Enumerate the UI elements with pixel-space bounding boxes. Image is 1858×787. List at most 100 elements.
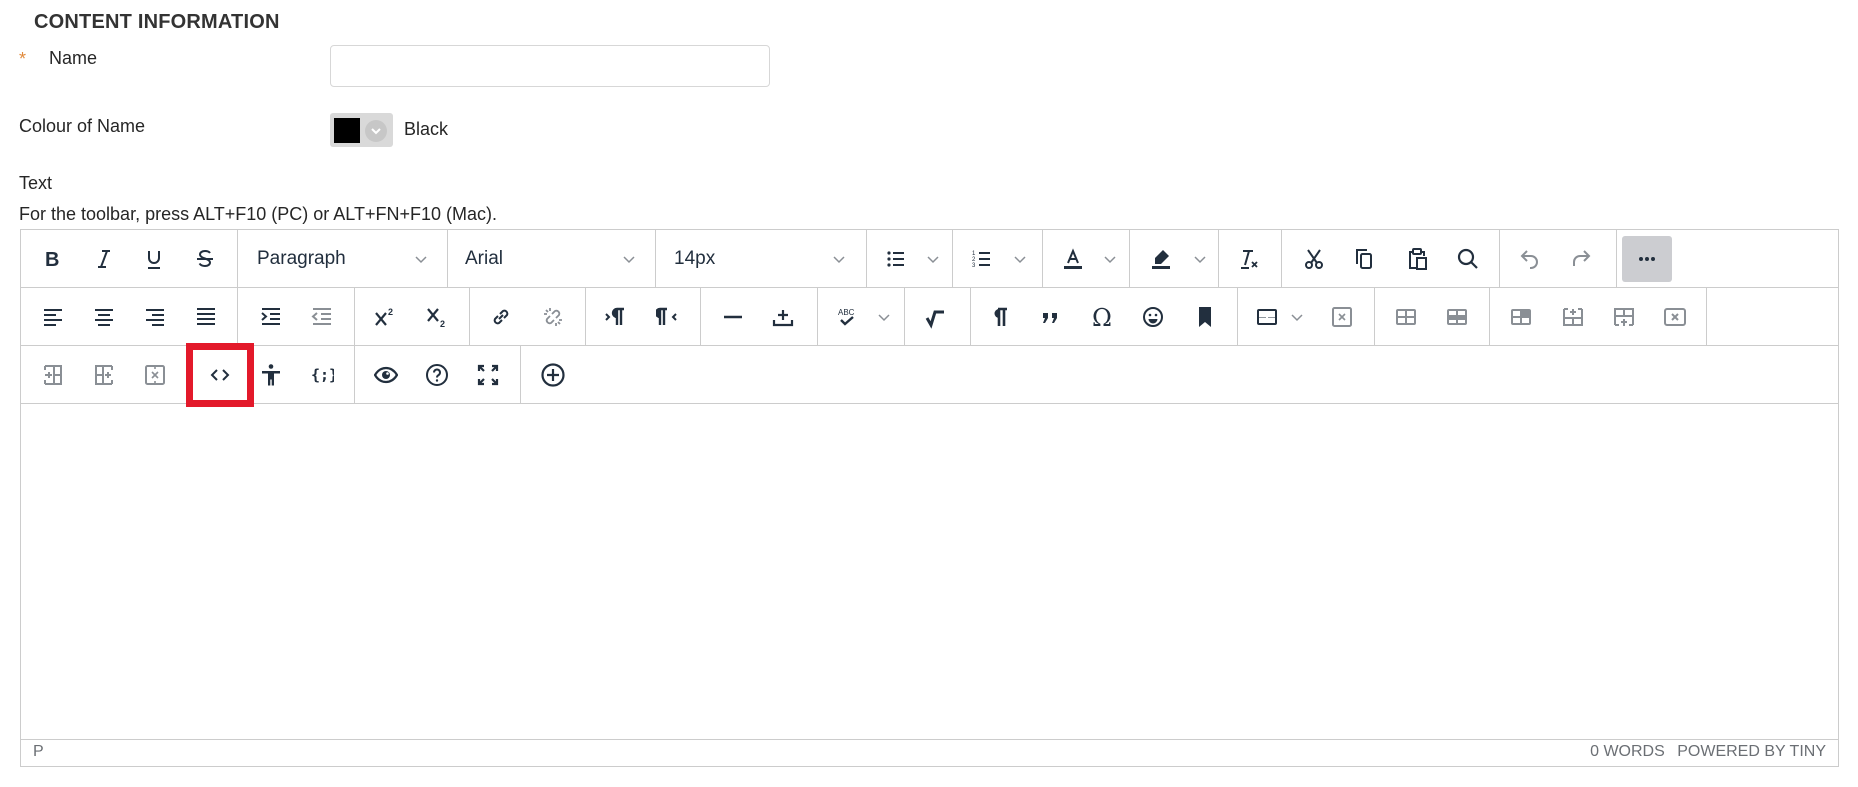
blockquote-button[interactable] bbox=[1033, 299, 1069, 335]
align-right-button[interactable] bbox=[137, 299, 173, 335]
editor-content-area[interactable] bbox=[21, 404, 1838, 740]
table-merge-cells-button[interactable] bbox=[1503, 299, 1539, 335]
special-character-button[interactable]: Ω bbox=[1084, 299, 1120, 335]
separator bbox=[1237, 288, 1238, 345]
table-insert-col-before-button[interactable] bbox=[35, 357, 71, 393]
bold-button[interactable]: B bbox=[34, 241, 70, 277]
table-cell-icon bbox=[1396, 309, 1416, 325]
strikethrough-button[interactable] bbox=[187, 241, 223, 277]
text-color-button[interactable] bbox=[1055, 241, 1091, 277]
insert-above-button[interactable] bbox=[765, 299, 801, 335]
chevron-down-icon[interactable] bbox=[1190, 241, 1210, 277]
unlink-icon bbox=[544, 308, 562, 326]
table-delete-row-button[interactable] bbox=[1657, 299, 1693, 335]
align-center-button[interactable] bbox=[86, 299, 122, 335]
justify-button[interactable] bbox=[188, 299, 224, 335]
table-insert-row-before-button[interactable] bbox=[1555, 299, 1591, 335]
paste-button[interactable] bbox=[1399, 241, 1435, 277]
superscript-icon: 2 bbox=[375, 307, 393, 326]
find-replace-button[interactable] bbox=[1450, 241, 1486, 277]
undo-button[interactable] bbox=[1512, 241, 1548, 277]
delete-row-icon bbox=[1664, 308, 1686, 326]
numbered-list-button[interactable]: 123 bbox=[964, 241, 1000, 277]
show-blocks-button[interactable] bbox=[982, 299, 1018, 335]
eye-icon bbox=[374, 366, 398, 384]
copy-button[interactable] bbox=[1346, 241, 1382, 277]
rtl-button[interactable] bbox=[650, 299, 686, 335]
redo-icon bbox=[1573, 250, 1591, 266]
chevron-down-icon[interactable] bbox=[874, 299, 894, 335]
unlink-button[interactable] bbox=[535, 299, 571, 335]
chevron-down-icon[interactable] bbox=[619, 241, 639, 277]
statusbar-right: 0 WORDS POWERED BY TINY bbox=[1582, 743, 1826, 761]
table-insert-col-after-button[interactable] bbox=[86, 357, 122, 393]
svg-text:ABC: ABC bbox=[838, 308, 855, 317]
chevron-down-icon[interactable] bbox=[411, 241, 431, 277]
copy-icon bbox=[1356, 249, 1372, 269]
chevron-down-icon[interactable] bbox=[829, 241, 849, 277]
preview-button[interactable] bbox=[368, 357, 404, 393]
accessibility-checker-button[interactable] bbox=[253, 357, 289, 393]
table-button[interactable] bbox=[1249, 299, 1285, 335]
table-row-props-button[interactable] bbox=[1439, 299, 1475, 335]
align-left-icon bbox=[44, 309, 62, 326]
italic-button[interactable] bbox=[86, 241, 122, 277]
spellcheck-button[interactable]: ABC bbox=[829, 299, 865, 335]
highlight-color-button[interactable] bbox=[1143, 241, 1179, 277]
bullet-list-button[interactable] bbox=[878, 241, 914, 277]
colour-picker[interactable] bbox=[330, 113, 393, 147]
underline-button[interactable] bbox=[136, 241, 172, 277]
source-code-button[interactable] bbox=[202, 357, 238, 393]
word-count[interactable]: 0 WORDS bbox=[1590, 743, 1665, 760]
numbered-list-icon: 123 bbox=[972, 251, 990, 269]
ltr-button[interactable] bbox=[597, 299, 633, 335]
rtl-icon bbox=[656, 307, 677, 325]
cut-button[interactable] bbox=[1296, 241, 1332, 277]
svg-text:2: 2 bbox=[388, 307, 393, 317]
insert-button[interactable] bbox=[535, 357, 571, 393]
clear-formatting-button[interactable] bbox=[1231, 241, 1267, 277]
chevron-down-icon[interactable] bbox=[1010, 241, 1030, 277]
bookmark-button[interactable] bbox=[1187, 299, 1223, 335]
redo-button[interactable] bbox=[1563, 241, 1599, 277]
bullet-list-icon bbox=[887, 251, 904, 267]
outdent-icon bbox=[311, 308, 331, 325]
align-left-button[interactable] bbox=[35, 299, 71, 335]
table-delete-col-button[interactable] bbox=[137, 357, 173, 393]
highlighter-icon bbox=[1152, 250, 1170, 269]
name-input[interactable] bbox=[330, 45, 770, 87]
separator bbox=[970, 288, 971, 345]
chevron-down-icon[interactable] bbox=[1287, 299, 1307, 335]
editor-statusbar: P 0 WORDS POWERED BY TINY bbox=[21, 739, 1838, 766]
rich-text-editor: B Paragraph Arial 14px 1 2 3 2 2 ABC Ω {… bbox=[20, 229, 1839, 767]
chevron-down-icon[interactable] bbox=[923, 241, 943, 277]
superscript-button[interactable]: 2 bbox=[367, 299, 403, 335]
code-sample-icon: {;} bbox=[311, 366, 334, 384]
math-button[interactable] bbox=[918, 299, 954, 335]
chevron-down-icon[interactable] bbox=[1100, 241, 1120, 277]
outdent-button[interactable] bbox=[304, 299, 340, 335]
code-sample-button[interactable]: {;} bbox=[304, 357, 340, 393]
fullscreen-button[interactable] bbox=[470, 357, 506, 393]
more-button[interactable] bbox=[1622, 236, 1672, 282]
indent-button[interactable] bbox=[253, 299, 289, 335]
block-format-value: Paragraph bbox=[257, 248, 346, 269]
element-path[interactable]: P bbox=[33, 743, 44, 761]
separator bbox=[1042, 230, 1043, 287]
toolbar-row-1: B Paragraph Arial 14px 1 2 3 bbox=[21, 230, 1838, 288]
branding-link[interactable]: POWERED BY TINY bbox=[1677, 743, 1826, 760]
svg-text:3: 3 bbox=[972, 263, 976, 269]
insert-above-icon bbox=[772, 310, 794, 327]
table-insert-row-after-button[interactable] bbox=[1606, 299, 1642, 335]
square-root-icon bbox=[925, 310, 944, 329]
horizontal-line-icon bbox=[724, 315, 742, 319]
link-button[interactable] bbox=[483, 299, 519, 335]
separator bbox=[447, 230, 448, 287]
horizontal-line-button[interactable] bbox=[715, 299, 751, 335]
separator bbox=[1218, 230, 1219, 287]
delete-table-button[interactable] bbox=[1324, 299, 1360, 335]
emoticons-button[interactable] bbox=[1135, 299, 1171, 335]
table-cell-props-button[interactable] bbox=[1388, 299, 1424, 335]
help-button[interactable] bbox=[419, 357, 455, 393]
subscript-button[interactable]: 2 bbox=[419, 299, 455, 335]
